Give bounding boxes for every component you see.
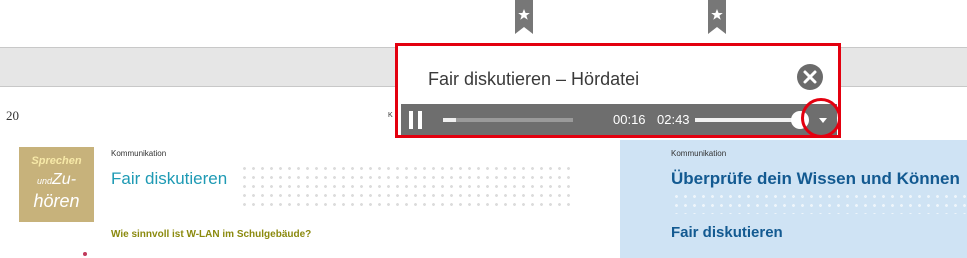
section-question: Wie sinnvoll ist W-LAN im Schulgebäude? [111, 229, 312, 240]
logo-line-2-small: und [36, 176, 53, 186]
logo-line-3: hören [33, 191, 80, 211]
close-icon[interactable] [797, 64, 823, 90]
review-kicker: Kommunikation [671, 149, 727, 158]
decorative-mark [83, 252, 87, 256]
logo-line-2: undZu- [19, 171, 94, 189]
section-title: Fair diskutieren [111, 169, 228, 188]
logo-line-2-big: Zu- [52, 171, 77, 188]
page-number: 20 [6, 108, 19, 123]
time-total: 02:43 [657, 112, 690, 127]
dot-pattern [672, 192, 967, 214]
progress-bar[interactable] [443, 118, 573, 122]
review-title: Überprüfe dein Wissen und Können [671, 169, 960, 188]
review-subtitle: Fair diskutieren [671, 224, 783, 241]
logo-line-1: Sprechen [31, 155, 82, 167]
progress-fill [443, 118, 456, 122]
player-title: Fair diskutieren – Hördatei [428, 69, 640, 89]
dropdown-highlight-circle [801, 98, 841, 138]
time-current: 00:16 [613, 112, 646, 127]
section-logo: Sprechen undZu- hören [19, 147, 94, 222]
bookmark-star-icon[interactable] [708, 0, 726, 34]
section-kicker: Kommunikation [111, 149, 167, 158]
volume-slider[interactable] [695, 118, 805, 122]
pause-icon[interactable] [409, 111, 425, 129]
player-controls: 00:16 02:43 [401, 104, 837, 135]
audio-player: Fair diskutieren – Hördatei 00:16 02:43 [401, 49, 837, 135]
dot-pattern [240, 164, 575, 206]
bookmark-star-icon[interactable] [515, 0, 533, 34]
background-text-fragment: K [388, 112, 393, 119]
